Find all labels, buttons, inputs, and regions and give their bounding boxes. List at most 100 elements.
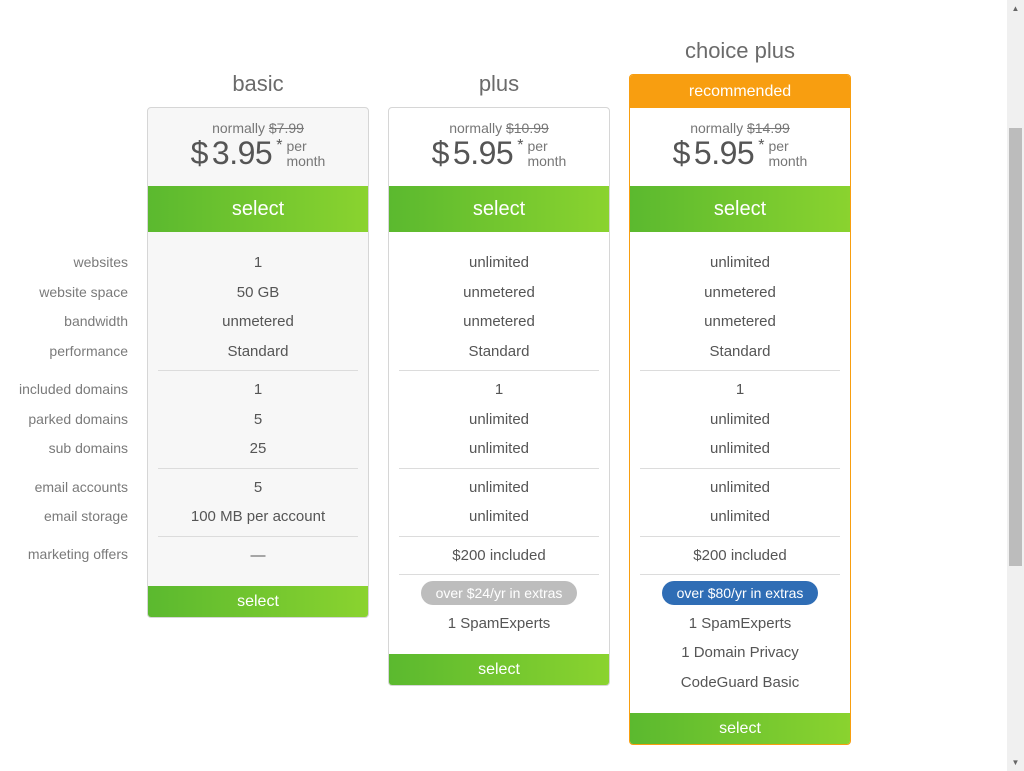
plan-title: basic [232, 71, 284, 96]
feature-websites: unlimited [468, 254, 530, 271]
feature-website-space: unmetered [704, 283, 776, 301]
feature-list: unlimited unmetered unmetered Standard 1… [389, 232, 609, 638]
label-marketing-offers: marketing offers [27, 546, 128, 562]
plan-title: choice plus [684, 38, 796, 63]
feature-included-domains: 1 [735, 381, 745, 398]
feature-performance: Standard [468, 342, 530, 360]
scroll-up-arrow-icon[interactable]: ▲ [1007, 0, 1024, 17]
feature-websites: unlimited [709, 254, 771, 271]
select-button-top[interactable]: select [630, 186, 850, 232]
feature-included-domains: 1 [253, 381, 263, 398]
currency: $ [190, 135, 209, 171]
old-price: $7.99 [268, 120, 304, 136]
divider [640, 574, 840, 575]
select-button-bottom[interactable]: select [389, 654, 609, 685]
price-value: 5.95 [693, 135, 755, 171]
per-label: per [768, 138, 789, 154]
current-price: $3.95 [191, 136, 273, 170]
per-label: per [286, 138, 307, 154]
price-value: 3.95 [211, 135, 273, 171]
per-month: per month [768, 139, 807, 169]
scroll-down-arrow-icon[interactable]: ▼ [1007, 754, 1024, 771]
vertical-scrollbar[interactable]: ▲ ▼ [1007, 0, 1024, 771]
feature-email-accounts: 5 [253, 478, 263, 496]
feature-list: unlimited unmetered unmetered Standard 1… [630, 232, 850, 697]
normal-price: normally $7.99 [148, 108, 368, 136]
feature-parked-domains: 5 [253, 410, 263, 428]
plan-card: normally $10.99 $5.95 * per month select … [388, 107, 610, 686]
extras-badge: over $80/yr in extras [661, 581, 819, 605]
feature-website-space: 50 GB [236, 283, 280, 301]
feature-email-storage: unlimited [709, 508, 771, 525]
feature-bandwidth: unmetered [222, 313, 294, 330]
label-parked-domains: parked domains [28, 411, 128, 427]
divider [158, 370, 358, 371]
old-price: $10.99 [505, 120, 549, 136]
current-price: $5.95 [673, 136, 755, 170]
asterisk: * [276, 137, 283, 154]
normal-price: normally $14.99 [630, 108, 850, 136]
feature-sub-domains: 25 [249, 440, 267, 457]
price-block: normally $14.99 $5.95 * per month [630, 108, 850, 186]
select-button-bottom[interactable]: select [630, 713, 850, 744]
extras-badge-row: over $80/yr in extras [640, 579, 840, 609]
label-performance: performance [49, 343, 128, 359]
divider [399, 370, 599, 371]
feature-marketing-offers: $200 included [452, 546, 546, 564]
feature-list: 1 50 GB unmetered Standard 1 5 25 5 100 … [148, 232, 368, 570]
feature-sub-domains: unlimited [709, 440, 771, 457]
asterisk: * [758, 137, 765, 154]
label-bandwidth: bandwidth [64, 313, 128, 329]
select-button-bottom[interactable]: select [148, 586, 368, 617]
price-block: normally $10.99 $5.95 * per month [389, 108, 609, 186]
scrollbar-thumb[interactable] [1009, 128, 1022, 566]
divider [640, 467, 840, 469]
feature-performance: Standard [227, 342, 289, 360]
feature-email-storage: 100 MB per account [190, 508, 326, 525]
divider [399, 467, 599, 469]
feature-included-domains: 1 [494, 381, 504, 398]
plan-card: normally $7.99 $3.95 * per month select 1… [147, 107, 369, 618]
divider [640, 370, 840, 371]
currency: $ [672, 135, 691, 171]
feature-email-accounts: unlimited [709, 478, 771, 496]
normal-price: normally $10.99 [389, 108, 609, 136]
normally-label: normally [690, 120, 744, 136]
select-button-top[interactable]: select [389, 186, 609, 232]
plan-title: plus [478, 71, 520, 96]
current-price: $5.95 [432, 136, 514, 170]
extras-badge: over $24/yr in extras [420, 581, 578, 605]
recommended-banner: recommended [630, 75, 850, 108]
feature-website-space: unmetered [463, 283, 535, 301]
label-websites: websites [73, 254, 128, 270]
feature-email-accounts: unlimited [468, 478, 530, 496]
feature-performance: Standard [709, 342, 771, 360]
month-label: month [768, 153, 808, 169]
label-website-space: website space [39, 284, 128, 300]
label-email-storage: email storage [43, 508, 128, 524]
price-block: normally $7.99 $3.95 * per month [148, 108, 368, 186]
month-label: month [527, 153, 567, 169]
feature-email-storage: unlimited [468, 508, 530, 525]
month-label: month [286, 153, 326, 169]
feature-parked-domains: unlimited [468, 410, 530, 428]
normally-label: normally [212, 120, 265, 136]
select-button-top[interactable]: select [148, 186, 368, 232]
normally-label: normally [449, 120, 503, 136]
label-included-domains: included domains [19, 381, 128, 397]
feature-sub-domains: unlimited [468, 440, 530, 457]
feature-marketing-offers: $200 included [693, 546, 787, 564]
feature-websites: 1 [253, 254, 263, 271]
label-email-accounts: email accounts [34, 479, 128, 495]
divider [158, 467, 358, 469]
extra-spamexperts: 1 SpamExperts [447, 614, 551, 632]
feature-bandwidth: unmetered [463, 313, 535, 330]
extra-domain-privacy: 1 Domain Privacy [681, 644, 799, 661]
feature-bandwidth: unmetered [704, 313, 776, 330]
price-value: 5.95 [452, 135, 514, 171]
extra-codeguard-basic: CodeGuard Basic [680, 673, 800, 691]
feature-parked-domains: unlimited [709, 410, 771, 428]
asterisk: * [517, 137, 524, 154]
plan-card: recommended normally $14.99 $5.95 * per m… [629, 74, 851, 745]
currency: $ [431, 135, 450, 171]
